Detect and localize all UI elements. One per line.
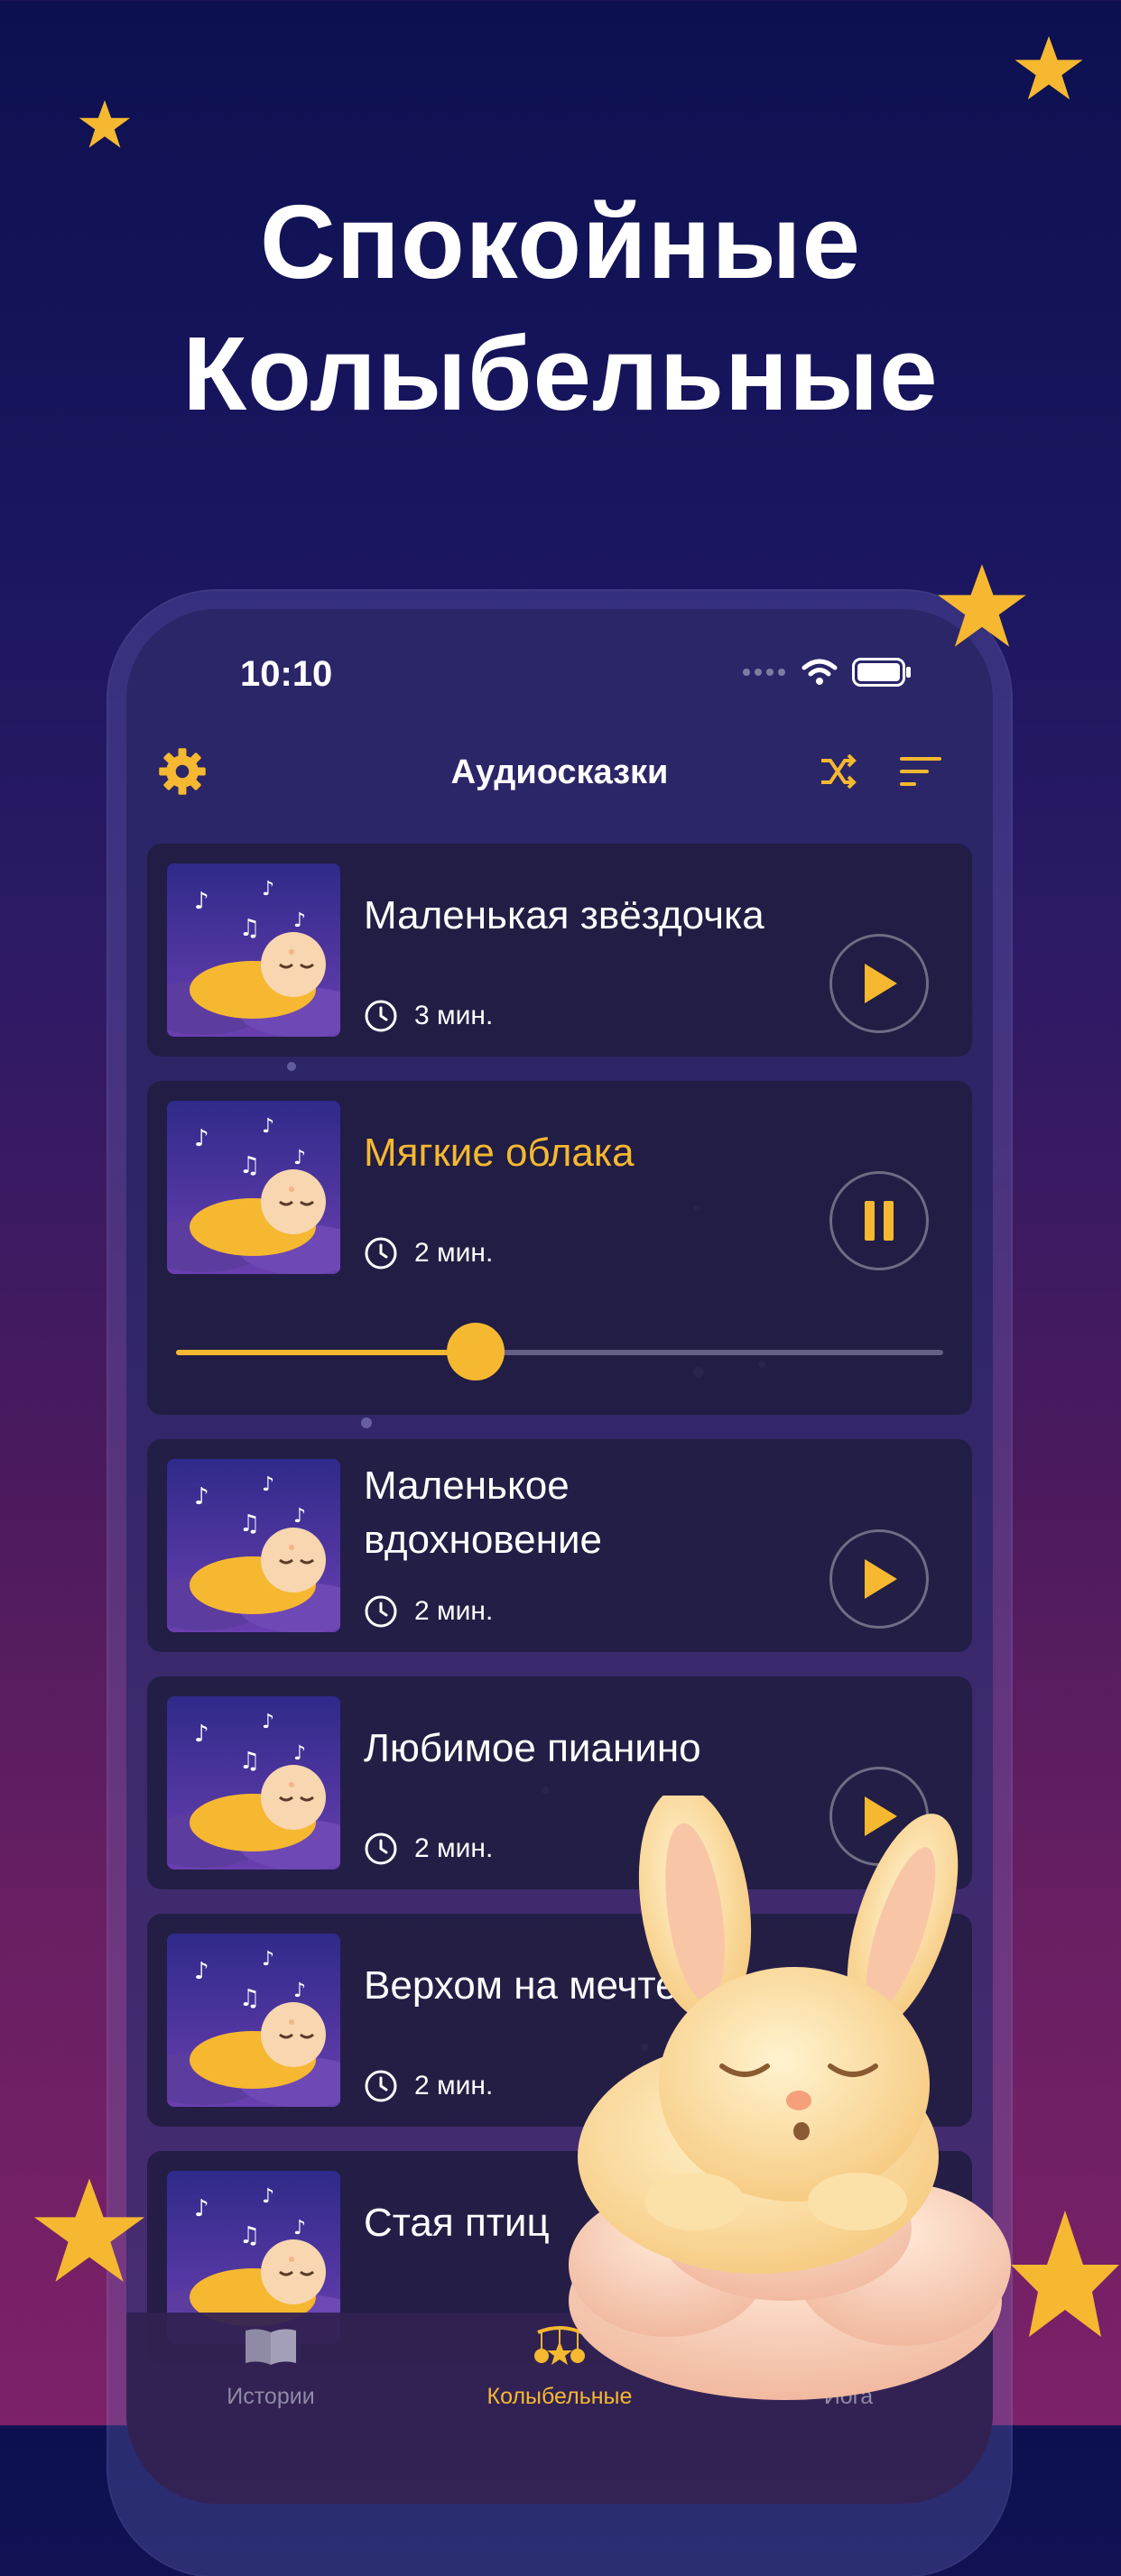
track-duration: 3 мин. [364, 999, 493, 1033]
pause-icon [865, 1201, 894, 1241]
star-icon [33, 2178, 145, 2282]
track-title: Маленькая звёздочка [364, 893, 764, 937]
svg-text:♫: ♫ [239, 1510, 260, 1537]
clock-icon [365, 1833, 397, 1865]
play-icon [865, 1559, 897, 1599]
svg-text:♪: ♪ [293, 2217, 306, 2239]
svg-text:♪: ♪ [293, 1980, 306, 2002]
svg-text:♪: ♪ [262, 2185, 274, 2208]
svg-text:♪: ♪ [194, 1483, 209, 1510]
track-duration-label: 2 мин. [414, 1596, 494, 1626]
progress-fill [176, 1350, 476, 1355]
track-duration-label: 2 мин. [414, 1833, 494, 1863]
svg-text:♪: ♪ [293, 1505, 306, 1528]
track-duration: 2 мин. [364, 1594, 493, 1629]
track-duration-label: 3 мин. [414, 1001, 494, 1030]
track-duration: 2 мин. [364, 1832, 493, 1866]
star-icon [1014, 36, 1083, 100]
track-title: Мягкие облака [364, 1131, 635, 1175]
svg-text:♪: ♪ [262, 1115, 274, 1138]
track-artwork: ♪ ♪ ♫ ♪ [167, 1101, 340, 1274]
wifi-icon [801, 659, 838, 685]
track-title: Любимое пианино [364, 1726, 701, 1770]
track-duration-label: 2 мин. [414, 2071, 494, 2101]
clock-icon [365, 1000, 397, 1032]
track-title: Маленькое вдохновение [364, 1463, 602, 1562]
tab-stories[interactable]: Истории [144, 2325, 397, 2410]
track-artwork: ♪ ♪ ♫ ♪ [167, 863, 340, 1037]
play-button[interactable] [829, 934, 929, 1033]
book-icon [246, 2329, 296, 2365]
track-duration: 2 мин. [364, 2069, 493, 2103]
progress-slider[interactable] [176, 1323, 943, 1380]
sleeping-baby-artwork: ♪ ♪♫ ♪ [167, 863, 340, 1037]
track-card[interactable]: ♪ ♪ ♫ ♪ Маленькая звёздочка 3 мин. [147, 844, 972, 1057]
star-icon [938, 564, 1026, 647]
track-duration: 2 мин. [364, 1236, 493, 1270]
shuffle-button[interactable] [811, 744, 865, 799]
svg-text:♪: ♪ [293, 1147, 306, 1169]
track-artwork: ♪ ♪ ♫ ♪ [167, 1934, 340, 2107]
svg-text:♫: ♫ [239, 1985, 260, 2012]
svg-text:♫: ♫ [239, 2222, 260, 2249]
svg-text:♪: ♪ [194, 888, 209, 915]
tab-label: Истории [227, 2384, 315, 2409]
clock-icon [365, 2070, 397, 2102]
play-button[interactable] [829, 1529, 929, 1629]
svg-text:♫: ♫ [239, 1748, 260, 1775]
track-card[interactable]: ♪ ♪ ♫ ♪ Маленькое вдохновение 2 мин. [147, 1439, 972, 1652]
play-icon [865, 964, 897, 1003]
svg-text:♪: ♪ [194, 1721, 209, 1748]
svg-text:♪: ♪ [194, 1125, 209, 1152]
shuffle-icon [821, 753, 857, 789]
track-artwork: ♪ ♪ ♫ ♪ [167, 1696, 340, 1870]
svg-text:♪: ♪ [262, 1473, 274, 1496]
sleeping-baby-artwork: ♪ ♪♫ ♪ [167, 1696, 340, 1870]
svg-text:♫: ♫ [239, 915, 260, 942]
headline-line-1: Спокойные [259, 183, 862, 300]
promo-headline: Спокойные Колыбельные [0, 176, 1121, 439]
status-time: 10:10 [240, 654, 333, 694]
pause-button[interactable] [829, 1171, 929, 1270]
svg-text:♪: ♪ [262, 1948, 274, 1971]
svg-text:♫: ♫ [239, 1152, 260, 1179]
svg-text:♪: ♪ [194, 2195, 209, 2222]
svg-text:♪: ♪ [194, 1958, 209, 1985]
sleeping-baby-artwork: ♪ ♪♫ ♪ [167, 1934, 340, 2107]
svg-text:♪: ♪ [262, 878, 274, 900]
clock-icon [365, 1237, 397, 1270]
headline-line-2: Колыбельные [182, 315, 939, 432]
sort-button[interactable] [894, 744, 948, 799]
svg-text:♪: ♪ [262, 1711, 274, 1733]
status-indicators [742, 658, 912, 687]
sort-icon [900, 757, 941, 786]
progress-thumb[interactable] [446, 1323, 505, 1380]
clock-icon [365, 1595, 397, 1628]
sleeping-baby-artwork: ♪ ♪♫ ♪ [167, 1459, 340, 1632]
track-artwork: ♪ ♪ ♫ ♪ [167, 1459, 340, 1632]
battery-icon [852, 658, 911, 687]
signal-icon [743, 669, 785, 676]
track-duration-label: 2 мин. [414, 1238, 494, 1268]
svg-text:♪: ♪ [293, 1742, 306, 1765]
star-icon [79, 100, 131, 148]
sleeping-baby-artwork: ♪ ♪♫ ♪ [167, 1101, 340, 1274]
svg-text:♪: ♪ [293, 909, 306, 932]
sleeping-bunny-illustration [569, 1796, 1119, 2400]
track-card-active[interactable]: ♪ ♪ ♫ ♪ Мягкие облака 2 мин. [147, 1081, 972, 1415]
